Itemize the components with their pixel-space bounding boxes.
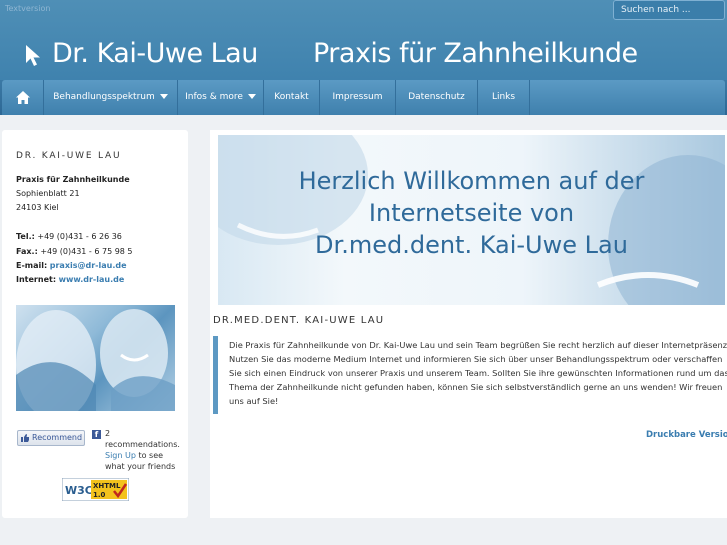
print-version-link[interactable]: Druckbare Version bbox=[646, 430, 727, 440]
fax-number: +49 (0)431 - 6 75 98 5 bbox=[40, 247, 133, 256]
w3c-xhtml-badge[interactable]: W3C XHTML 1.0 bbox=[62, 478, 129, 501]
nav-label: Impressum bbox=[332, 92, 383, 102]
header: Textversion Suchen nach ... Dr. Kai-Uwe … bbox=[0, 0, 727, 80]
sidebar: DR. KAI-UWE LAU Praxis für Zahnheilkunde… bbox=[2, 130, 188, 518]
fax-label: Fax.: bbox=[16, 247, 38, 256]
article-text: Die Praxis für Zahnheilkunde von Dr. Kai… bbox=[229, 338, 727, 408]
banner-line: Internetseite von bbox=[368, 199, 575, 227]
internet-line: Internet: www.dr-lau.de bbox=[16, 275, 124, 284]
phone-label: Tel.: bbox=[16, 232, 35, 241]
site-subtitle: Praxis für Zahnheilkunde bbox=[313, 38, 638, 69]
welcome-banner: Herzlich Willkommen auf der Internetseit… bbox=[218, 135, 725, 305]
dropdown-arrow-icon bbox=[159, 94, 168, 99]
article-quote-block: Die Praxis für Zahnheilkunde von Dr. Kai… bbox=[213, 336, 727, 414]
email-label: E-mail: bbox=[16, 261, 48, 270]
sidebar-title: DR. KAI-UWE LAU bbox=[16, 151, 122, 161]
dropdown-arrow-icon bbox=[247, 94, 256, 99]
recommend-label: Recommend bbox=[32, 433, 83, 442]
facebook-recommend-button[interactable]: Recommend bbox=[17, 430, 85, 446]
thumbs-up-icon bbox=[21, 434, 29, 442]
fb-signup-link[interactable]: Sign Up bbox=[105, 451, 136, 460]
article-line: Thema der Zahnheilkunde nicht gefunden h… bbox=[229, 382, 723, 392]
nav-label: Links bbox=[491, 92, 516, 102]
nav-impressum[interactable]: Impressum bbox=[320, 80, 396, 115]
banner-line: Herzlich Willkommen auf der bbox=[298, 167, 645, 195]
main-content: Herzlich Willkommen auf der Internetseit… bbox=[210, 130, 727, 518]
nav-label: Infos & more bbox=[185, 92, 243, 102]
article-line: Nutzen Sie das moderne Medium Internet u… bbox=[229, 354, 723, 364]
fb-signup-rest: to see bbox=[138, 451, 164, 460]
phone-line: Tel.: +49 (0)431 - 6 26 36 bbox=[16, 232, 122, 241]
banner-line: Dr.med.dent. Kai-Uwe Lau bbox=[315, 231, 628, 259]
text-version-link[interactable]: Textversion bbox=[5, 4, 50, 13]
fb-signup-line: Sign Up to see bbox=[105, 451, 163, 460]
page: Textversion Suchen nach ... Dr. Kai-Uwe … bbox=[0, 0, 727, 545]
nav-home[interactable] bbox=[2, 80, 44, 115]
main-nav: Behandlungsspektrum Infos & more Kontakt… bbox=[0, 80, 727, 115]
xhtml-version: 1.0 bbox=[93, 491, 106, 499]
nav-label: Kontakt bbox=[274, 92, 309, 102]
nav-kontakt[interactable]: Kontakt bbox=[264, 80, 320, 115]
internet-label: Internet: bbox=[16, 275, 57, 284]
email-link[interactable]: praxis@dr-lau.de bbox=[50, 261, 127, 270]
xhtml-text: XHTML bbox=[93, 482, 121, 490]
nav-datenschutz[interactable]: Datenschutz bbox=[396, 80, 478, 115]
w3c-text: W3C bbox=[65, 484, 93, 497]
article-title: DR.MED.DENT. KAI-UWE LAU bbox=[213, 315, 385, 326]
address-city: 24103 Kiel bbox=[16, 203, 59, 212]
fax-line: Fax.: +49 (0)431 - 6 75 98 5 bbox=[16, 247, 133, 256]
nav-behandlungsspektrum[interactable]: Behandlungsspektrum bbox=[44, 80, 178, 115]
website-link[interactable]: www.dr-lau.de bbox=[59, 275, 125, 284]
fb-friends-line: what your friends bbox=[105, 462, 176, 471]
facebook-icon: f bbox=[92, 430, 101, 439]
fb-recommendations-text: recommendations. bbox=[105, 440, 180, 449]
practice-name: Praxis für Zahnheilkunde bbox=[16, 175, 130, 184]
fb-count: 2 bbox=[105, 429, 111, 438]
article-line: uns auf Sie! bbox=[229, 396, 279, 406]
nav-label: Behandlungsspektrum bbox=[53, 92, 155, 102]
article-line: Die Praxis für Zahnheilkunde von Dr. Kai… bbox=[229, 340, 727, 350]
address-street: Sophienblatt 21 bbox=[16, 189, 80, 198]
nav-label: Datenschutz bbox=[408, 92, 465, 102]
team-photo bbox=[16, 305, 175, 411]
banner-heading: Herzlich Willkommen auf der Internetseit… bbox=[218, 165, 725, 261]
cursor-arrow-icon bbox=[26, 45, 40, 66]
phone-number: +49 (0)431 - 6 26 36 bbox=[37, 232, 122, 241]
site-name[interactable]: Dr. Kai-Uwe Lau bbox=[52, 38, 258, 69]
nav-infos-more[interactable]: Infos & more bbox=[178, 80, 264, 115]
nav-links[interactable]: Links bbox=[478, 80, 530, 115]
email-line: E-mail: praxis@dr-lau.de bbox=[16, 261, 127, 270]
photo-shapes bbox=[16, 309, 175, 411]
search-input[interactable]: Suchen nach ... bbox=[613, 0, 725, 20]
home-icon bbox=[16, 91, 30, 104]
article-line: Sie sich einen Eindruck von unserer Prax… bbox=[229, 368, 727, 378]
nav-bar: Behandlungsspektrum Infos & more Kontakt… bbox=[2, 80, 725, 115]
